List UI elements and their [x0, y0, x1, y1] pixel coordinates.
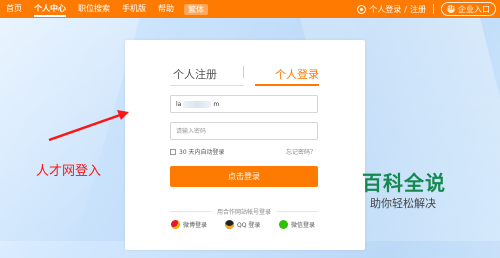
tab-personal-login[interactable]: 个人登录: [275, 66, 319, 82]
user-icon: [357, 4, 367, 14]
wechat-login-button[interactable]: 微信登录: [279, 220, 315, 229]
enterprise-entry-label: 企业入口: [458, 4, 490, 14]
active-tab-indicator: [255, 84, 319, 86]
remember-checkbox[interactable]: [170, 148, 176, 155]
annotation-label: 人才网登入: [36, 164, 102, 179]
login-card: 个人注册 个人登录 la m 请输入密码 30 天内自动登录 忘记密码？ 点击登录…: [125, 40, 365, 250]
username-value-suffix: m: [213, 101, 220, 108]
weibo-login-label: 微博登录: [183, 222, 208, 229]
remember-me[interactable]: 30 天内自动登录: [170, 147, 225, 156]
tab-personal-register[interactable]: 个人注册: [173, 66, 217, 82]
wechat-icon: [279, 220, 288, 229]
annotation-arrow: [48, 110, 129, 142]
partner-login-divider: 用合作网站帐号登录: [170, 207, 319, 216]
forgot-password-link[interactable]: 忘记密码？: [286, 147, 316, 156]
partner-login-label: 用合作网站帐号登录: [217, 209, 272, 216]
remember-label: 30 天内自动登录: [179, 149, 225, 156]
weibo-icon: [171, 220, 180, 229]
wechat-login-label: 微信登录: [291, 222, 316, 229]
personal-login-link[interactable]: 个人登录: [369, 4, 401, 15]
username-input[interactable]: la m: [170, 95, 318, 113]
login-button[interactable]: 点击登录: [170, 166, 318, 187]
register-link[interactable]: 注册: [410, 4, 426, 15]
traditional-chinese-badge[interactable]: 繁体: [184, 3, 208, 15]
nav-item-job-search[interactable]: 职位搜索: [72, 0, 116, 18]
nav-item-personal-center[interactable]: 个人中心: [28, 0, 72, 18]
watermark-title: 百科全说: [362, 171, 446, 195]
nav-item-help[interactable]: 帮助: [152, 0, 180, 18]
blurred-text: [183, 101, 212, 108]
top-divider: [433, 4, 434, 14]
password-input[interactable]: 请输入密码: [170, 122, 318, 140]
nav-item-mobile[interactable]: 手机版: [116, 0, 152, 18]
enterprise-entry-button[interactable]: HR 企业入口: [441, 2, 496, 16]
link-separator: /: [404, 4, 407, 14]
qq-login-button[interactable]: QQ 登录: [225, 220, 260, 229]
tab-underline: [170, 85, 244, 86]
qq-icon: [225, 220, 234, 229]
tab-separator: [243, 66, 244, 78]
username-value-prefix: la: [176, 101, 182, 108]
hr-icon: HR: [447, 5, 456, 13]
divider-line: [277, 211, 319, 212]
qq-login-label: QQ 登录: [237, 222, 261, 229]
top-navigation-bar: 首页 个人中心 职位搜索 手机版 帮助 繁体 个人登录 / 注册 HR 企业入口: [0, 0, 500, 18]
divider-line: [170, 211, 211, 212]
top-right-links: 个人登录 / 注册 HR 企业入口: [357, 0, 496, 18]
watermark-subtitle: 助你轻松解决: [370, 197, 436, 210]
nav-item-home[interactable]: 首页: [0, 0, 28, 18]
weibo-login-button[interactable]: 微博登录: [171, 220, 207, 229]
